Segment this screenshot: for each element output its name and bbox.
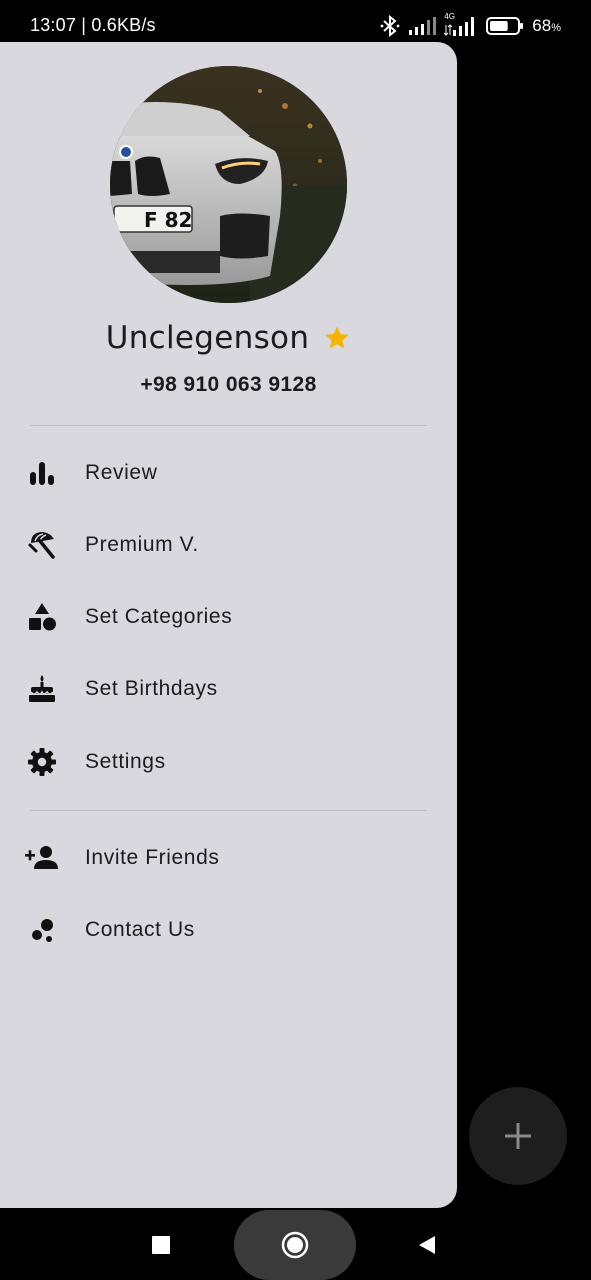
signal-4g-icon: 4G: [444, 12, 478, 37]
battery-icon: [486, 16, 524, 36]
menu-item-premium[interactable]: Premium V.: [0, 515, 457, 575]
menu-item-review[interactable]: Review: [0, 443, 457, 503]
profile-name-row: Unclegenson: [0, 320, 457, 356]
avatar[interactable]: F 82: [110, 66, 347, 303]
star-icon: [325, 326, 349, 349]
recents-square-icon[interactable]: [152, 1236, 170, 1254]
navigation-drawer: F 82 Unclegenson +98 910 063 9128 Review: [0, 42, 457, 1208]
menu-item-label: Contact Us: [85, 918, 195, 941]
profile-name: Unclegenson: [105, 320, 310, 356]
beach-umbrella-icon: [26, 529, 58, 561]
menu-item-label: Set Birthdays: [85, 677, 218, 700]
divider-middle: [30, 810, 427, 811]
home-button[interactable]: [234, 1210, 356, 1280]
menu-item-label: Review: [85, 461, 158, 484]
person-add-icon: [24, 842, 60, 874]
menu-item-settings[interactable]: Settings: [0, 732, 457, 792]
menu-item-label: Premium V.: [85, 533, 199, 556]
menu-item-set-categories[interactable]: Set Categories: [0, 587, 457, 647]
profile-phone: +98 910 063 9128: [140, 373, 317, 396]
system-navigation-bar: [0, 1208, 591, 1280]
plus-icon: [505, 1123, 531, 1149]
battery-percent-value: 68: [532, 16, 552, 35]
category-shapes-icon: [26, 601, 58, 633]
menu-item-contact-us[interactable]: Contact Us: [0, 900, 457, 960]
bar-chart-icon: [26, 457, 58, 489]
back-triangle-icon[interactable]: [417, 1234, 437, 1256]
divider-top: [30, 425, 427, 426]
status-time: 13:07 | 0.6KB/s: [30, 15, 156, 35]
menu-item-label: Settings: [85, 750, 166, 773]
add-fab-button[interactable]: [469, 1087, 567, 1185]
gear-icon: [26, 746, 58, 778]
avatar-car-photo: F 82: [110, 66, 347, 303]
status-icons: 4G 68%: [380, 12, 561, 38]
bluetooth-icon: [380, 14, 400, 38]
battery-percent-unit: %: [551, 22, 561, 34]
signal-icon: [408, 16, 437, 36]
menu-item-label: Invite Friends: [85, 846, 220, 869]
bubble-chart-icon: [26, 914, 58, 946]
menu-item-invite-friends[interactable]: Invite Friends: [0, 828, 457, 888]
battery-percent: 68%: [532, 16, 561, 36]
screen: 13:07 | 0.6KB/s 4G 68% F 82 Unclegenson …: [0, 0, 591, 1280]
menu-item-label: Set Categories: [85, 605, 233, 628]
menu-item-set-birthdays[interactable]: Set Birthdays: [0, 659, 457, 719]
home-circle-icon: [281, 1231, 309, 1259]
cake-icon: [26, 673, 58, 705]
avatar-plate-text: F 82: [144, 208, 192, 232]
